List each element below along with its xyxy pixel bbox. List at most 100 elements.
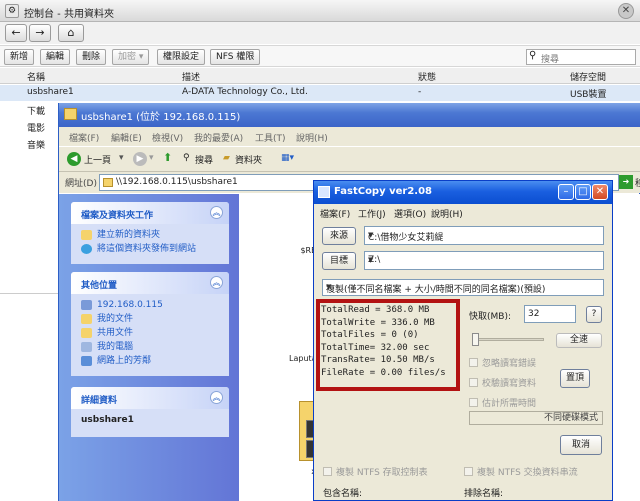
- share-name: 電影: [27, 124, 46, 134]
- back-icon[interactable]: ◀: [67, 152, 81, 166]
- speed-slider-handle[interactable]: [472, 333, 479, 346]
- place-item[interactable]: 網路上的芳鄰: [71, 354, 229, 368]
- stay-on-top-button[interactable]: 置頂: [560, 369, 590, 388]
- file-tasks-header[interactable]: 檔案及資料夾工作 ︽: [71, 202, 229, 224]
- buffer-size-input[interactable]: 32: [524, 305, 576, 323]
- menu-job[interactable]: 工作(J): [358, 207, 386, 220]
- option-label: 估計所需時間: [482, 399, 537, 409]
- place-item[interactable]: 192.168.0.115: [71, 298, 229, 312]
- folders-button-label[interactable]: 資料夾: [235, 153, 262, 166]
- place-label: 192.168.0.115: [97, 300, 163, 310]
- help-button[interactable]: ?: [586, 306, 602, 323]
- verify-checkbox[interactable]: 校驗讀寫資料: [469, 376, 536, 389]
- estimate-checkbox[interactable]: 估計所需時間: [469, 396, 536, 409]
- column-description[interactable]: 描述: [182, 70, 200, 83]
- chevron-down-icon[interactable]: ▼: [368, 231, 601, 239]
- place-label: 我的文件: [97, 314, 134, 324]
- copy-mode-select[interactable]: 複製(僅不同名檔案 + 大小/時間不同的同名檔案)(預設) ▼: [322, 279, 604, 296]
- collapse-icon[interactable]: ︽: [210, 391, 223, 404]
- column-name[interactable]: 名稱: [27, 70, 45, 83]
- search-input[interactable]: ⚲ 搜尋: [526, 49, 636, 65]
- menu-favorites[interactable]: 我的最愛(A): [194, 131, 243, 144]
- other-places-title: 其他位置: [81, 281, 118, 291]
- minimize-icon[interactable]: –: [558, 184, 574, 200]
- explorer-standard-toolbar: ◀ 上一頁 ▾ ▶ ▾ ⬆ ⚲ 搜尋 ▰ 資料夾 ▦▾: [59, 146, 640, 172]
- nas-window-title: 控制台 - 共用資料夾: [24, 9, 114, 20]
- place-label: 共用文件: [97, 328, 134, 338]
- go-button-label[interactable]: 移: [635, 176, 640, 189]
- maximize-icon[interactable]: □: [575, 184, 591, 200]
- fastcopy-titlebar: FastCopy ver2.08 – □ ✕: [314, 181, 612, 204]
- menu-file[interactable]: 檔案(F): [69, 131, 99, 144]
- back-dropdown-icon[interactable]: ▾: [119, 153, 124, 163]
- option-label: 複製 NTFS 交換資料串流: [477, 468, 578, 478]
- ignore-errors-checkbox[interactable]: 忽略讀寫錯誤: [469, 356, 536, 369]
- details-header[interactable]: 詳細資料 ︽: [71, 387, 229, 409]
- forward-icon[interactable]: ▶: [133, 152, 147, 166]
- column-status[interactable]: 狀態: [418, 70, 436, 83]
- menu-edit[interactable]: 編輯(E): [111, 131, 142, 144]
- destination-button[interactable]: 目標: [322, 252, 356, 270]
- back-button-label[interactable]: 上一頁: [84, 153, 111, 166]
- table-row[interactable]: usbshare1 A-DATA Technology Co., Ltd. - …: [0, 85, 640, 101]
- copy-ntfs-acl-checkbox[interactable]: 複製 NTFS 存取控制表: [323, 465, 428, 478]
- place-item[interactable]: 我的電腦: [71, 340, 229, 354]
- forward-arrow-icon[interactable]: →: [29, 24, 51, 42]
- control-panel-icon: ⚙: [5, 4, 19, 18]
- menu-file[interactable]: 檔案(F): [320, 207, 350, 220]
- task-new-folder[interactable]: 建立新的資料夾: [71, 228, 229, 242]
- chevron-down-icon[interactable]: ▼: [326, 283, 601, 291]
- close-icon[interactable]: ✕: [618, 3, 634, 19]
- publish-web-icon: [81, 244, 92, 254]
- views-icon[interactable]: ▦▾: [281, 153, 294, 163]
- forward-dropdown-icon[interactable]: ▾: [149, 153, 154, 163]
- folders-icon[interactable]: ▰: [223, 153, 230, 163]
- menu-help[interactable]: 說明(H): [296, 131, 328, 144]
- home-icon[interactable]: ⌂: [58, 24, 84, 42]
- explorer-menu-bar: 檔案(F) 編輯(E) 檢視(V) 我的最愛(A) 工具(T) 說明(H): [59, 127, 640, 146]
- other-places-header[interactable]: 其他位置 ︽: [71, 272, 229, 294]
- other-places-panel: 其他位置 ︽ 192.168.0.115 我的文件 共用文件 我的電腦 網路上的芳…: [71, 272, 229, 376]
- include-filter-label: 包含名稱:: [323, 489, 363, 499]
- share-list-header: 名稱 描述 狀態 儲存空間: [0, 68, 640, 84]
- buffer-label: 快取(MB):: [469, 312, 511, 322]
- fastcopy-app-icon: [318, 186, 330, 198]
- column-storage[interactable]: 儲存空間: [570, 70, 606, 83]
- close-icon[interactable]: ✕: [592, 184, 608, 200]
- search-placeholder: 搜尋: [541, 55, 560, 65]
- delete-button[interactable]: 刪除: [76, 49, 107, 65]
- fastcopy-window: FastCopy ver2.08 – □ ✕ 檔案(F) 工作(J) 選項(O)…: [313, 180, 613, 501]
- collapse-icon[interactable]: ︽: [210, 276, 223, 289]
- checkbox-box: [469, 358, 478, 367]
- back-arrow-icon[interactable]: ←: [5, 24, 27, 42]
- destination-path-input[interactable]: Z:\ ▼: [364, 251, 604, 270]
- option-label: 複製 NTFS 存取控制表: [336, 468, 428, 478]
- menu-help[interactable]: 說明(H): [431, 207, 463, 220]
- encrypt-button[interactable]: 加密 ▾: [112, 49, 150, 65]
- task-publish-web[interactable]: 將這個資料夾發佈到網站: [71, 242, 229, 256]
- up-folder-icon[interactable]: ⬆: [163, 151, 172, 164]
- edit-button[interactable]: 編輯: [40, 49, 71, 65]
- cancel-button[interactable]: 取消: [560, 435, 602, 455]
- explorer-window-title: usbshare1 (位於 192.168.0.115): [81, 112, 241, 123]
- source-button[interactable]: 來源: [322, 227, 356, 245]
- new-button[interactable]: 新增: [4, 49, 35, 65]
- share-storage: USB裝置: [570, 90, 607, 100]
- permissions-button[interactable]: 權限設定: [157, 49, 206, 65]
- search-button-label[interactable]: 搜尋: [195, 153, 213, 166]
- total-files: TotalFiles = 0 (0): [321, 330, 419, 340]
- chevron-down-icon[interactable]: ▼: [368, 256, 601, 264]
- go-icon[interactable]: ➜: [619, 175, 633, 189]
- place-item[interactable]: 共用文件: [71, 326, 229, 340]
- collapse-icon[interactable]: ︽: [210, 206, 223, 219]
- menu-view[interactable]: 檢視(V): [152, 131, 183, 144]
- copy-ntfs-streams-checkbox[interactable]: 複製 NTFS 交換資料串流: [464, 465, 578, 478]
- menu-options[interactable]: 選項(O): [394, 207, 426, 220]
- place-item[interactable]: 我的文件: [71, 312, 229, 326]
- menu-tools[interactable]: 工具(T): [255, 131, 286, 144]
- option-label: 校驗讀寫資料: [482, 379, 537, 389]
- source-path-input[interactable]: C:\借物少女艾莉緹 ▼: [364, 226, 604, 245]
- speed-slider[interactable]: [472, 333, 544, 347]
- search-icon[interactable]: ⚲: [183, 153, 190, 163]
- nfs-permissions-button[interactable]: NFS 權限: [210, 49, 261, 65]
